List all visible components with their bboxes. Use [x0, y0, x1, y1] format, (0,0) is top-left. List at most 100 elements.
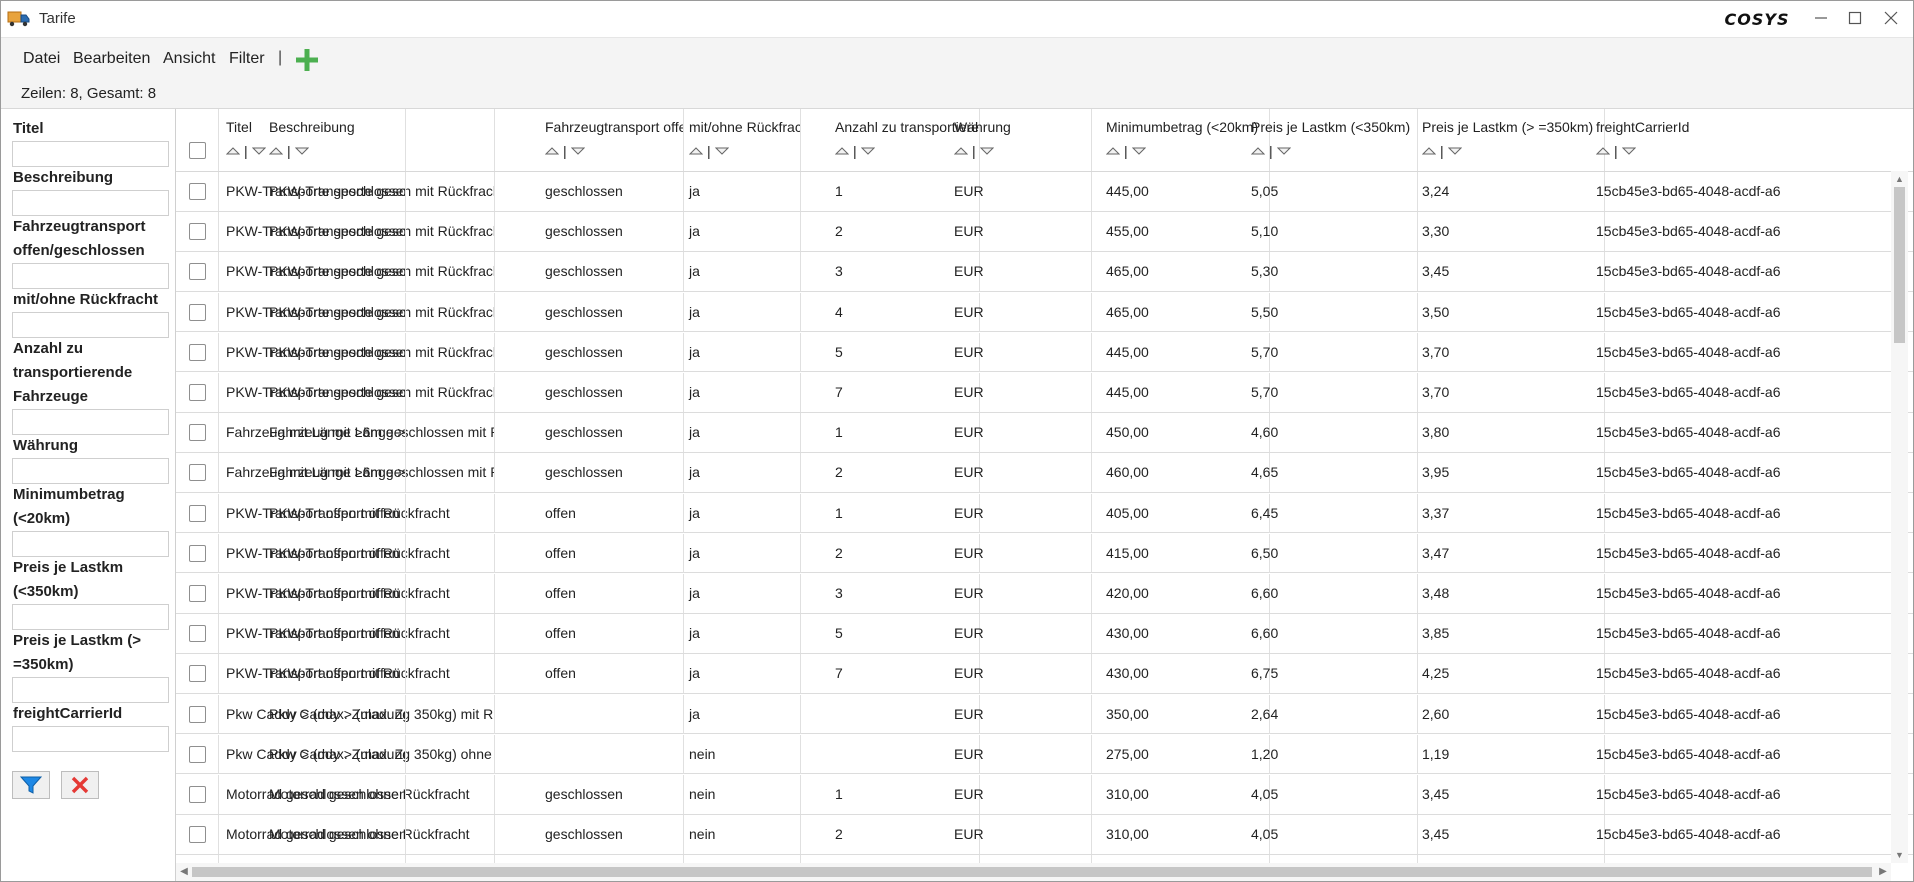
vertical-scroll-thumb[interactable]: [1894, 187, 1905, 343]
column-header-preis-ab-350[interactable]: Preis je Lastkm (> =350km) |: [1415, 109, 1605, 171]
cell-preis-unter-350: 5,70: [1244, 332, 1418, 372]
table-row[interactable]: Fahrzeug mit Länge >6m geschlossen mit R…: [176, 453, 1913, 493]
sort-ascending-icon[interactable]: [689, 146, 703, 156]
row-checkbox[interactable]: [189, 625, 206, 643]
filter-input-waehrung[interactable]: [12, 458, 169, 484]
row-checkbox[interactable]: [189, 504, 206, 522]
scroll-down-icon[interactable]: ▼: [1891, 847, 1908, 863]
table-row[interactable]: PKW-Transporte geschlossen mit Rückfrach…: [176, 212, 1913, 252]
cell-waehrung: EUR: [947, 855, 1092, 863]
cell-freightcarrierid: 15cb45e3-bd65-4048-acdf-a6: [1589, 252, 1913, 291]
filter-input-titel[interactable]: [12, 141, 169, 167]
table-row[interactable]: PKW-Transporte geschlossen mit Rückfrach…: [176, 172, 1913, 212]
cell-preis-ab-350: 3,70: [1415, 373, 1605, 412]
filter-input-freightcarrierid[interactable]: [12, 726, 169, 752]
table-row[interactable]: Fahrzeug mit Länge >6m geschlossen mit R…: [176, 413, 1913, 453]
horizontal-scroll-thumb[interactable]: [192, 867, 1872, 877]
sort-ascending-icon[interactable]: [954, 146, 968, 156]
sort-controls: |: [835, 143, 875, 159]
sort-descending-icon[interactable]: [570, 146, 585, 156]
scroll-right-icon[interactable]: ▶: [1875, 863, 1891, 881]
row-checkbox[interactable]: [189, 303, 206, 321]
sort-ascending-icon[interactable]: [1106, 146, 1120, 156]
table-row[interactable]: PKW-Transporte geschlossen mit Rückfrach…: [176, 373, 1913, 413]
row-checkbox[interactable]: [189, 424, 206, 442]
row-checkbox[interactable]: [189, 384, 206, 401]
column-header-freightcarrierid[interactable]: freightCarrierId |: [1589, 109, 1913, 171]
maximize-button[interactable]: [1835, 1, 1875, 35]
column-header-waehrung[interactable]: Währung |: [947, 109, 1092, 171]
table-row[interactable]: PKW-Transporte geschlossen mit Rückfrach…: [176, 332, 1913, 373]
table-row[interactable]: PKW-Transport offen mit Rückfracht PKW-Tr…: [176, 574, 1913, 614]
sort-descending-icon[interactable]: [979, 146, 994, 156]
column-header-label: Preis je Lastkm (<350km): [1251, 119, 1411, 135]
sort-descending-icon[interactable]: [1621, 146, 1636, 156]
filter-input-anzahl[interactable]: [12, 409, 169, 435]
table-row[interactable]: PKW-Transporte geschlossen mit Rückfrach…: [176, 292, 1913, 333]
column-header-beschreibung[interactable]: Beschreibung |: [262, 109, 406, 171]
row-checkbox[interactable]: [189, 343, 206, 361]
row-checkbox[interactable]: [189, 464, 206, 482]
table-row[interactable]: Motorrad geschlossen ohne RückfrachtMoto…: [176, 855, 1913, 863]
column-header-rueckfracht[interactable]: mit/ohne Rückfracht |: [682, 109, 801, 171]
filter-input-rueckfracht[interactable]: [12, 312, 169, 338]
sort-descending-icon[interactable]: [1447, 146, 1462, 156]
close-button[interactable]: [1871, 1, 1911, 35]
table-row[interactable]: PKW-Transport offen mit Rückfracht PKW-Tr…: [176, 493, 1913, 534]
sort-ascending-icon[interactable]: [1251, 146, 1265, 156]
sort-descending-icon[interactable]: [860, 146, 875, 156]
sort-ascending-icon[interactable]: [1422, 146, 1436, 156]
menu-filter[interactable]: Filter: [229, 50, 265, 68]
sort-descending-icon[interactable]: [714, 146, 729, 156]
filter-input-minimumbetrag[interactable]: [12, 531, 169, 557]
column-header-fahrzeugtransport[interactable]: Fahrzeugtransport offen/geschlossen |: [538, 109, 684, 171]
row-checkbox[interactable]: [189, 183, 206, 200]
table-row[interactable]: Pkw Caddy > (max. Zuladung 350kg) mit Rü…: [176, 694, 1913, 735]
table-row[interactable]: Motorrad geschlossen ohne RückfrachtMoto…: [176, 815, 1913, 855]
table-row[interactable]: Motorrad geschlossen ohne RückfrachtMoto…: [176, 775, 1913, 815]
filter-input-preis-ab-350[interactable]: [12, 677, 169, 703]
sort-descending-icon[interactable]: [1131, 146, 1146, 156]
menu-ansicht[interactable]: Ansicht: [163, 50, 215, 68]
plus-icon[interactable]: [293, 46, 321, 74]
row-checkbox[interactable]: [189, 544, 206, 562]
sort-controls: |: [1251, 143, 1291, 159]
filter-input-beschreibung[interactable]: [12, 190, 169, 216]
sort-descending-icon[interactable]: [1276, 146, 1291, 156]
horizontal-scrollbar[interactable]: ◀ ▶: [176, 863, 1891, 881]
table-row[interactable]: Pkw Caddy > (max. Zuladung 350kg) ohne R…: [176, 734, 1913, 775]
select-all-cell: [176, 109, 219, 171]
row-checkbox[interactable]: [189, 665, 206, 683]
filter-input-fahrzeugtransport[interactable]: [12, 263, 169, 289]
sort-descending-icon[interactable]: [294, 146, 309, 156]
scroll-left-icon[interactable]: ◀: [176, 863, 192, 881]
clear-filter-button[interactable]: [61, 771, 99, 799]
row-checkbox[interactable]: [189, 786, 206, 803]
row-checkbox[interactable]: [189, 585, 206, 602]
table-row[interactable]: PKW-Transporte geschlossen mit Rückfrach…: [176, 252, 1913, 292]
vertical-scrollbar[interactable]: ▲ ▼: [1891, 171, 1908, 863]
row-select-cell: [176, 855, 219, 863]
sort-ascending-icon[interactable]: [545, 146, 559, 156]
sort-ascending-icon[interactable]: [226, 146, 240, 156]
app-window: Tarife COSYS Datei Bearbeiten Ansicht Fi…: [0, 0, 1914, 882]
row-checkbox[interactable]: [189, 705, 206, 723]
table-row[interactable]: PKW-Transport offen mit Rückfracht PKW-Tr…: [176, 533, 1913, 574]
apply-filter-button[interactable]: [12, 771, 50, 799]
menu-bearbeiten[interactable]: Bearbeiten: [73, 50, 150, 68]
sort-ascending-icon[interactable]: [1596, 146, 1610, 156]
table-row[interactable]: PKW-Transport offen mit Rückfracht PKW-Tr…: [176, 614, 1913, 654]
row-checkbox[interactable]: [189, 745, 206, 763]
menu-datei[interactable]: Datei: [23, 50, 60, 68]
cell-fahrzeugtransport: offen: [538, 574, 684, 613]
row-checkbox[interactable]: [189, 223, 206, 241]
row-checkbox[interactable]: [189, 826, 206, 844]
sort-ascending-icon[interactable]: [269, 146, 283, 156]
filter-input-preis-unter-350[interactable]: [12, 604, 169, 630]
sort-ascending-icon[interactable]: [835, 146, 849, 156]
scroll-up-icon[interactable]: ▲: [1891, 171, 1908, 187]
column-header-preis-unter-350[interactable]: Preis je Lastkm (<350km) |: [1244, 109, 1418, 171]
table-row[interactable]: PKW-Transport offen mit Rückfracht PKW-Tr…: [176, 654, 1913, 694]
row-checkbox[interactable]: [189, 263, 206, 281]
select-all-checkbox[interactable]: [189, 142, 206, 159]
